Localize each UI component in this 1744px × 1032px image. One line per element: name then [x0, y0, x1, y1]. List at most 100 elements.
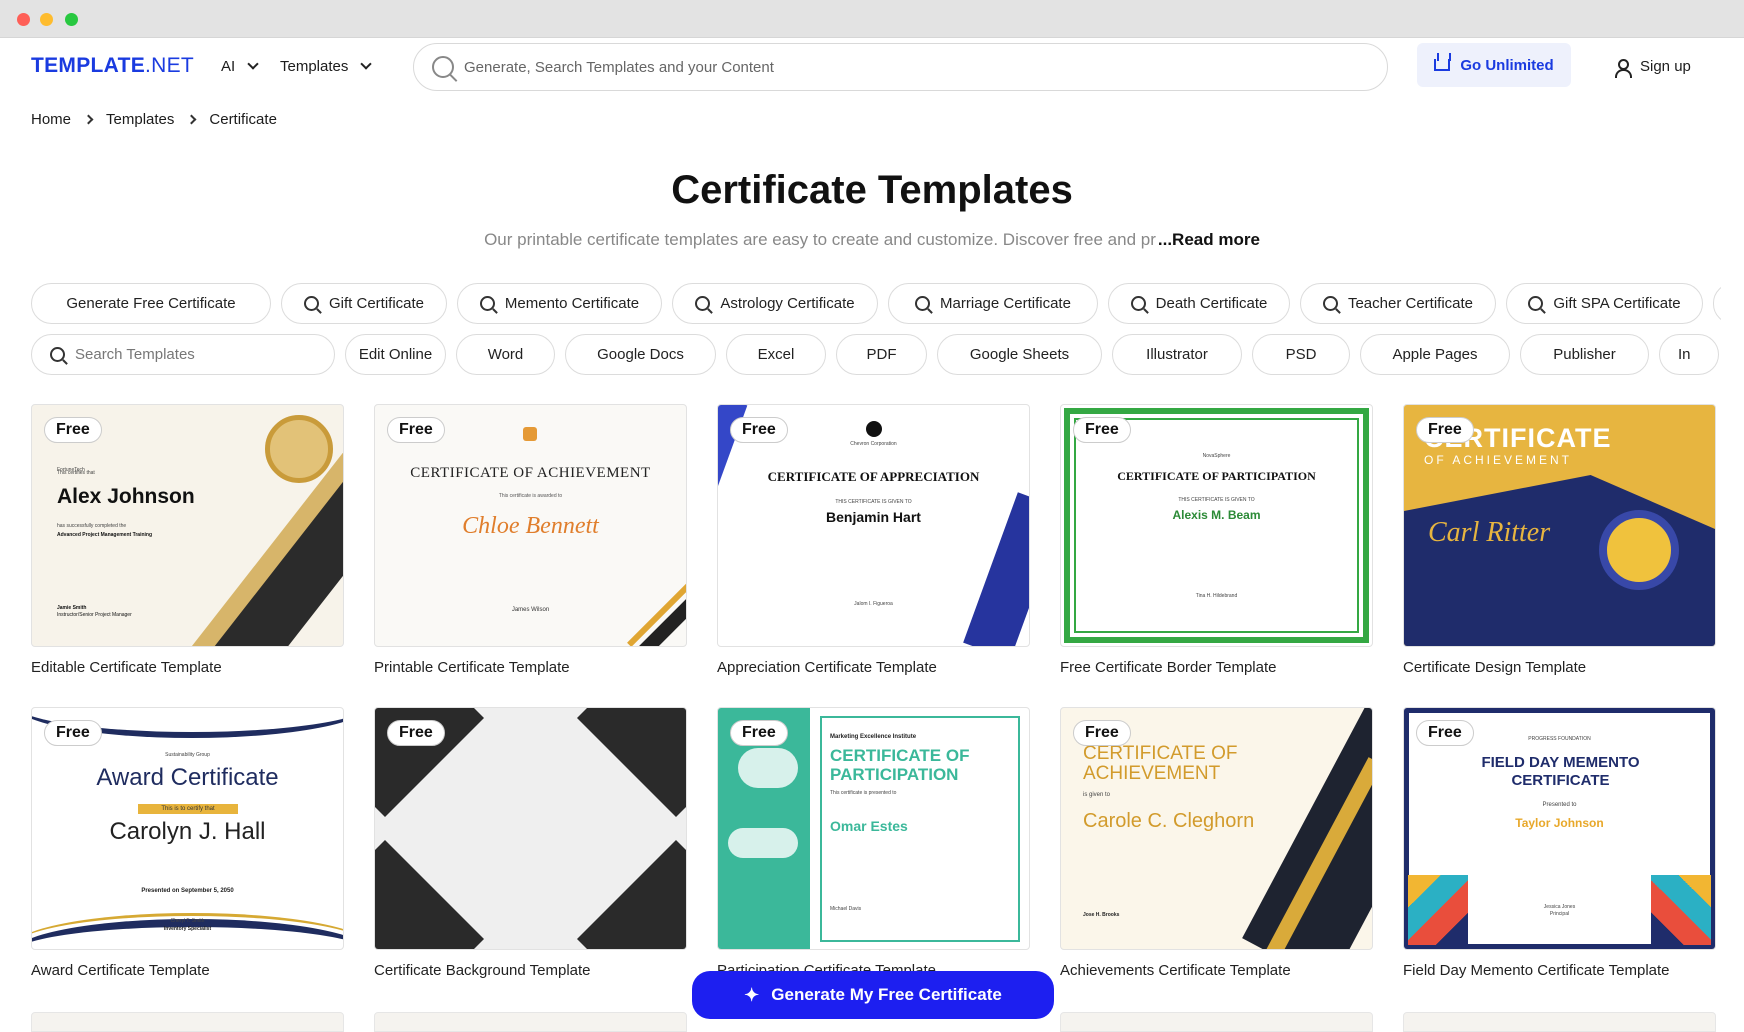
user-icon: [1614, 58, 1632, 78]
format-pill-illustrator[interactable]: Illustrator: [1112, 334, 1242, 375]
template-thumbnail[interactable]: Free Chevron Corporation CERTIFICATE OF …: [717, 404, 1030, 647]
nav-templates-menu[interactable]: Templates: [280, 58, 373, 75]
template-search-box[interactable]: Search Templates: [31, 334, 335, 375]
template-card[interactable]: Free CERTIFICATE OF ACHIEVEMENT This cer…: [374, 404, 687, 707]
preview-sub: OF ACHIEVEMENT: [1424, 453, 1573, 467]
preview-sub: is given to: [1083, 792, 1111, 798]
template-title[interactable]: Achievements Certificate Template: [1060, 962, 1373, 979]
preview-heading: CERTIFICATE OF PARTICIPATION: [1117, 469, 1316, 483]
decorative-shape: [577, 708, 686, 817]
template-thumbnail[interactable]: Free CERTIFICATE OF ACHIEVEMENT This cer…: [374, 404, 687, 647]
geometric-pattern: [1651, 875, 1711, 945]
chevron-right-icon: [186, 114, 197, 125]
sign-up-button[interactable]: Sign up: [1614, 58, 1691, 78]
minimize-window-button[interactable]: [40, 13, 53, 26]
free-badge: Free: [730, 720, 788, 746]
format-pill-pdf[interactable]: PDF: [836, 334, 927, 375]
preview-name: Carole C. Cleghorn: [1083, 810, 1255, 832]
category-pill-memento[interactable]: Memento Certificate: [457, 283, 662, 324]
format-pill-excel[interactable]: Excel: [726, 334, 826, 375]
template-card[interactable]: Free FortuneTech This certifies that Ale…: [31, 404, 344, 707]
template-thumbnail[interactable]: Free Marketing Excellence Institute CERT…: [717, 707, 1030, 950]
preview-sub: This certificate is presented to: [830, 790, 897, 796]
generate-certificate-button[interactable]: ✦ Generate My Free Certificate: [692, 971, 1054, 1019]
template-title[interactable]: Editable Certificate Template: [31, 659, 344, 676]
format-pill-apple-pages[interactable]: Apple Pages: [1360, 334, 1510, 375]
global-search-bar[interactable]: [413, 43, 1388, 91]
go-unlimited-button[interactable]: Go Unlimited: [1417, 43, 1571, 87]
template-thumbnail[interactable]: Free Sustainability Group Award Certific…: [31, 707, 344, 950]
format-pill-publisher[interactable]: Publisher: [1520, 334, 1649, 375]
nav-ai-label: AI: [221, 58, 236, 75]
format-label: Word: [487, 346, 524, 363]
category-pill-teacher[interactable]: Teacher Certificate: [1300, 283, 1496, 324]
preview-heading: CERTIFICATE OF ACHIEVEMENT: [410, 465, 651, 481]
category-pill-generate-free[interactable]: Generate Free Certificate: [31, 283, 271, 324]
template-card[interactable]: Free PROGRESS FOUNDATION FIELD DAY MEMEN…: [1403, 707, 1716, 1010]
template-title[interactable]: Printable Certificate Template: [374, 659, 687, 676]
template-card-peek[interactable]: [374, 1012, 687, 1032]
category-pill-gift-spa[interactable]: Gift SPA Certificate: [1506, 283, 1703, 324]
format-pill-google-sheets[interactable]: Google Sheets: [937, 334, 1102, 375]
category-pill-death[interactable]: Death Certificate: [1108, 283, 1290, 324]
preview-body: has successfully completed the: [57, 523, 127, 529]
template-card[interactable]: Free CERTIFICATE OF ACHIEVEMENT Carl Rit…: [1403, 404, 1716, 707]
free-badge: Free: [1416, 417, 1474, 443]
format-label: Edit Online: [358, 346, 433, 363]
category-pill-marriage[interactable]: Marriage Certificate: [888, 283, 1098, 324]
format-pill-more[interactable]: In: [1659, 334, 1719, 375]
format-pill-edit-online[interactable]: Edit Online: [345, 334, 446, 375]
geometric-pattern: [1408, 875, 1468, 945]
template-card-peek[interactable]: [1403, 1012, 1716, 1032]
category-pill-astrology[interactable]: Astrology Certificate: [672, 283, 878, 324]
search-icon: [1322, 296, 1338, 311]
read-more-link[interactable]: ...Read more: [1158, 230, 1260, 249]
template-card-peek[interactable]: [1060, 1012, 1373, 1032]
category-pill-gift[interactable]: Gift Certificate: [281, 283, 447, 324]
format-pill-psd[interactable]: PSD: [1252, 334, 1350, 375]
template-thumbnail[interactable]: Free NovaSphere CERTIFICATE OF PARTICIPA…: [1060, 404, 1373, 647]
free-badge: Free: [1073, 417, 1131, 443]
template-card[interactable]: Free NovaSphere CERTIFICATE OF PARTICIPA…: [1060, 404, 1373, 707]
template-thumbnail[interactable]: Free CERTIFICATE OF ACHIEVEMENT Carl Rit…: [1403, 404, 1716, 647]
template-card[interactable]: Free CERTIFICATE OF ACHIEVEMENT is given…: [1060, 707, 1373, 1010]
breadcrumb-home[interactable]: Home: [31, 111, 71, 128]
format-label: Excel: [757, 346, 795, 363]
preview-name: Benjamin Hart: [826, 509, 921, 525]
category-pill-more[interactable]: [1713, 283, 1721, 324]
close-window-button[interactable]: [17, 13, 30, 26]
template-title[interactable]: Certificate Design Template: [1403, 659, 1716, 676]
template-card[interactable]: Free Marketing Excellence Institute CERT…: [717, 707, 1030, 1010]
template-title[interactable]: Free Certificate Border Template: [1060, 659, 1373, 676]
template-thumbnail[interactable]: Free FortuneTech This certifies that Ale…: [31, 404, 344, 647]
maximize-window-button[interactable]: [65, 13, 78, 26]
breadcrumb-certificate[interactable]: Certificate: [209, 111, 277, 128]
format-pill-google-docs[interactable]: Google Docs: [565, 334, 716, 375]
format-label: PDF: [866, 346, 897, 363]
decorative-wave: [738, 748, 798, 788]
preview-heading: FIELD DAY MEMENTO CERTIFICATE: [1481, 754, 1640, 789]
template-title[interactable]: Field Day Memento Certificate Template: [1403, 962, 1716, 979]
template-card-peek[interactable]: [31, 1012, 344, 1032]
global-search-input[interactable]: [464, 58, 1264, 76]
site-logo[interactable]: TEMPLATE.NET: [31, 54, 194, 78]
search-icon: [50, 347, 65, 362]
breadcrumb-templates[interactable]: Templates: [106, 111, 174, 128]
template-card[interactable]: Free Certificate Background Template: [374, 707, 687, 1010]
format-pill-word[interactable]: Word: [456, 334, 555, 375]
template-thumbnail[interactable]: Free CERTIFICATE OF ACHIEVEMENT is given…: [1060, 707, 1373, 950]
search-icon: [1130, 296, 1146, 311]
template-card[interactable]: Free Chevron Corporation CERTIFICATE OF …: [717, 404, 1030, 707]
template-title[interactable]: Award Certificate Template: [31, 962, 344, 979]
preview-heading: CERTIFICATE OF APPRECIATION: [767, 469, 980, 484]
format-label: In: [1678, 346, 1691, 363]
template-thumbnail[interactable]: Free: [374, 707, 687, 950]
template-title[interactable]: Appreciation Certificate Template: [717, 659, 1030, 676]
nav-ai-menu[interactable]: AI: [221, 58, 259, 75]
preview-signer: Jamie Smith: [57, 605, 87, 611]
template-thumbnail[interactable]: Free PROGRESS FOUNDATION FIELD DAY MEMEN…: [1403, 707, 1716, 950]
template-title[interactable]: Certificate Background Template: [374, 962, 687, 979]
template-card[interactable]: Free Sustainability Group Award Certific…: [31, 707, 344, 1010]
preview-signer: Jessica Jones: [1543, 904, 1576, 910]
decorative-wave: [728, 828, 798, 858]
